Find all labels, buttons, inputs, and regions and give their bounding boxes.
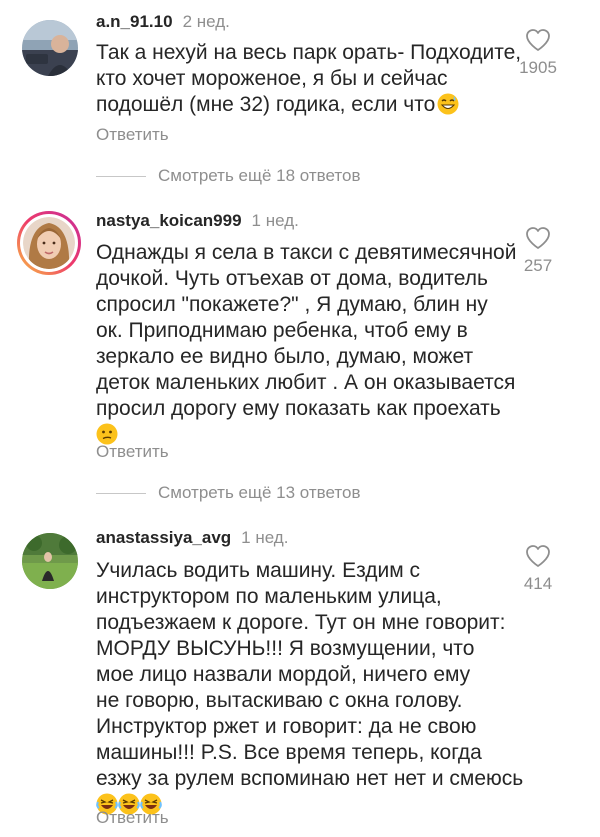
comment-body: Однажды я села в такси с девятимесячной … (96, 241, 517, 420)
view-more-replies-button[interactable]: Смотреть ещё 18 ответов (96, 166, 360, 186)
heart-icon[interactable] (525, 544, 551, 568)
grinning-sweat-emoji-icon (437, 93, 459, 115)
like-button[interactable]: 257 (508, 226, 568, 276)
heart-icon[interactable] (525, 226, 551, 250)
comment-meta: a.n_91.10 2 нед. (96, 12, 230, 32)
divider-line (96, 175, 146, 177)
like-count: 414 (523, 574, 553, 593)
view-more-replies-label[interactable]: Смотреть ещё 13 ответов (158, 483, 360, 503)
comment-text: Однажды я села в такси с девятимесячной … (96, 240, 526, 448)
timestamp: 2 нед. (182, 12, 230, 31)
reply-button[interactable]: Ответить (96, 125, 169, 145)
username[interactable]: nastya_koican999 (96, 211, 242, 230)
divider-line (96, 492, 146, 494)
username[interactable]: a.n_91.10 (96, 12, 173, 31)
username[interactable]: anastassiya_avg (96, 528, 231, 547)
comment-body: Училась водить машину. Ездим с инструкто… (96, 559, 524, 790)
timestamp: 1 нед. (241, 528, 289, 547)
comment-text: Училась водить машину. Ездим с инструкто… (96, 558, 526, 818)
like-button[interactable]: 1905 (508, 28, 568, 78)
view-more-replies-button[interactable]: Смотреть ещё 13 ответов (96, 483, 360, 503)
avatar[interactable] (22, 533, 78, 589)
like-count: 1905 (519, 58, 557, 77)
like-count: 257 (523, 256, 553, 275)
view-more-replies-label[interactable]: Смотреть ещё 18 ответов (158, 166, 360, 186)
comment-text: Так а нехуй на весь парк орать- Подходит… (96, 40, 526, 118)
comment-meta: anastassiya_avg 1 нед. (96, 528, 288, 548)
avatar[interactable] (17, 211, 81, 275)
heart-icon[interactable] (525, 28, 551, 52)
reply-button[interactable]: Ответить (96, 808, 169, 828)
like-button[interactable]: 414 (508, 544, 568, 594)
timestamp: 1 нед. (251, 211, 299, 230)
reply-button[interactable]: Ответить (96, 442, 169, 462)
comment-meta: nastya_koican999 1 нед. (96, 211, 299, 231)
avatar[interactable] (22, 20, 78, 76)
